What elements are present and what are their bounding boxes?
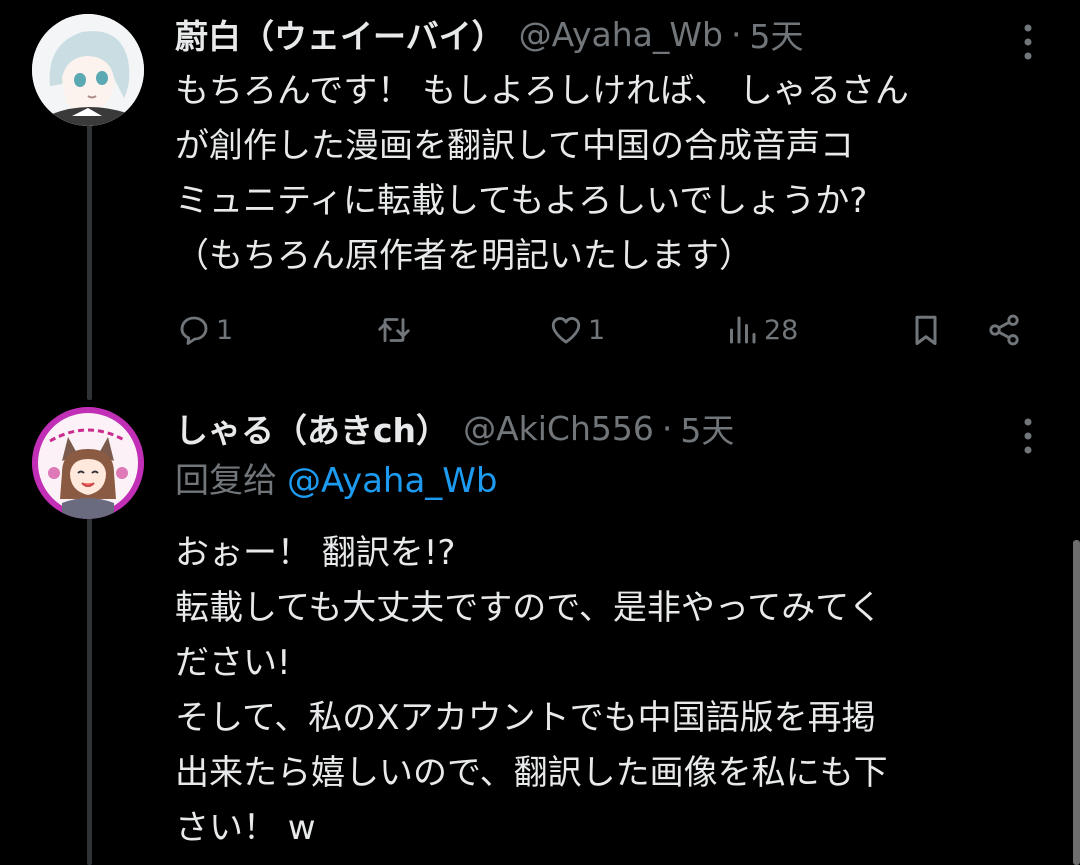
bookmark-button[interactable] (908, 305, 944, 355)
reply-to-link[interactable]: @Ayaha_Wb (287, 461, 498, 501)
tweet[interactable]: しゃる（あきch） @AkiCh556 · 5天 回复给 @Ayaha_Wb おぉ… (175, 402, 1080, 856)
retweet-button[interactable] (376, 305, 416, 355)
like-button[interactable]: 1 (548, 305, 605, 355)
analytics-icon (730, 316, 756, 344)
timestamp[interactable]: 5天 (680, 404, 734, 452)
reply-count: 1 (216, 314, 234, 346)
thread-line (87, 118, 92, 400)
tweet-text: おぉー！ 翻訳を!? 転載しても大丈夫ですので、是非やってみてく ださい! そし… (175, 533, 888, 848)
timestamp[interactable]: 5天 (749, 10, 803, 58)
scrollbar[interactable] (1073, 540, 1080, 865)
reply-button[interactable]: 1 (176, 305, 233, 355)
tweet[interactable]: 蔚白（ウェイーバイ） @Ayaha_Wb · 5天 もちろんです！ もしよろしけ… (175, 8, 1080, 284)
heart-icon (551, 317, 581, 344)
like-count: 1 (588, 314, 606, 346)
tweet-header: しゃる（あきch） @AkiCh556 · 5天 (175, 402, 1080, 454)
thread-line (87, 518, 92, 865)
separator-dot: · (661, 408, 673, 448)
avatar[interactable] (32, 14, 144, 126)
action-bar: 1 1 28 (176, 305, 1036, 355)
avatar[interactable] (32, 407, 144, 519)
bookmark-icon (915, 315, 937, 345)
reply-icon (180, 316, 208, 345)
more-options-icon[interactable] (1024, 22, 1032, 62)
display-name[interactable]: しゃる（あきch） (175, 404, 449, 452)
share-icon (989, 314, 1019, 346)
retweet-icon (378, 318, 410, 342)
tweet-header: 蔚白（ウェイーバイ） @Ayaha_Wb · 5天 (175, 8, 1080, 60)
views-button[interactable]: 28 (724, 305, 798, 355)
separator-dot: · (730, 14, 742, 54)
share-button[interactable] (986, 305, 1022, 355)
user-handle[interactable]: @Ayaha_Wb (519, 15, 723, 54)
reply-context: 回复给 @Ayaha_Wb (175, 454, 1080, 508)
views-count: 28 (764, 314, 799, 346)
anime-avatar-silver-hair-icon (32, 14, 144, 126)
reply-prefix: 回复给 (175, 461, 277, 501)
tweet-text: もちろんです！ もしよろしければ、 しゃるさん が創作した漫画を翻訳して中国の合… (175, 71, 909, 276)
more-options-icon[interactable] (1024, 416, 1032, 456)
user-handle[interactable]: @AkiCh556 (463, 409, 654, 448)
anime-avatar-cat-ears-icon (32, 407, 144, 519)
display-name[interactable]: 蔚白（ウェイーバイ） (175, 10, 505, 58)
